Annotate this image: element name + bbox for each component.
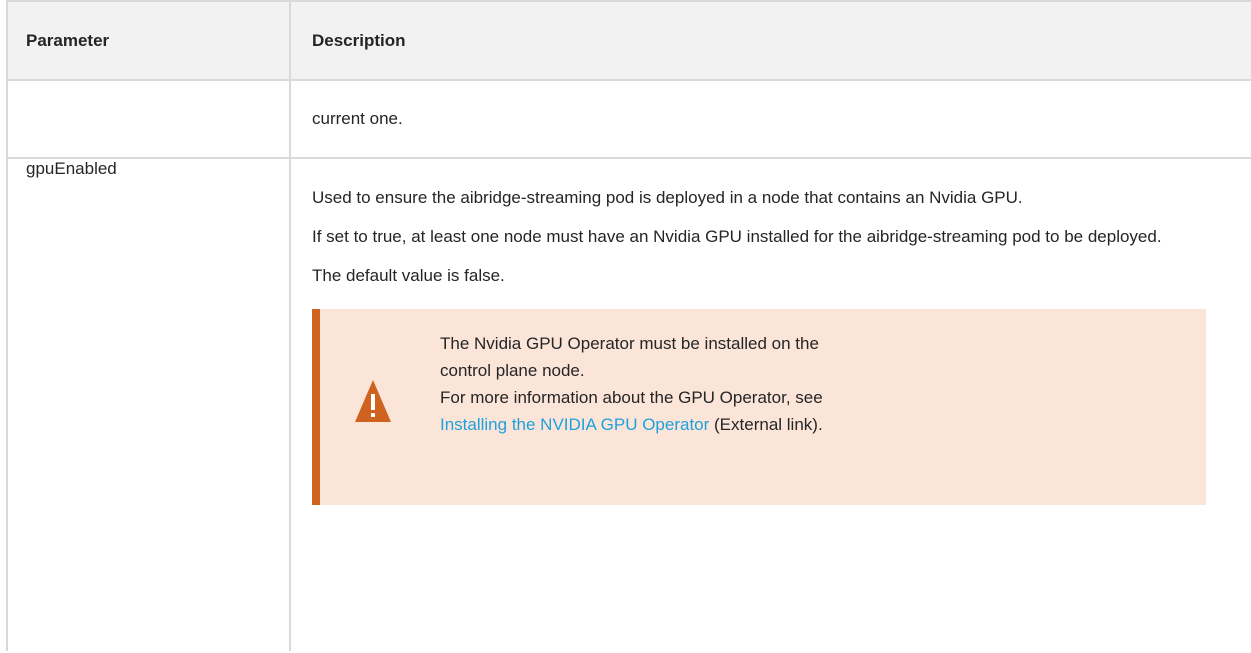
parameter-table: Parameter Description current one. gpuEn… <box>6 0 1251 651</box>
warning-callout: The Nvidia GPU Operator must be installe… <box>312 309 1206 505</box>
header-description: Description <box>289 0 1251 81</box>
description-cell: Used to ensure the aibridge-streaming po… <box>289 157 1251 651</box>
warning-line: For more information about the GPU Opera… <box>440 388 823 407</box>
link-suffix: (External link). <box>709 415 823 434</box>
description-paragraph: Used to ensure the aibridge-streaming po… <box>312 188 1023 207</box>
external-link[interactable]: Installing the NVIDIA GPU Operator <box>440 415 709 434</box>
table-row: gpuEnabled Used to ensure the aibridge-s… <box>6 157 1251 651</box>
warning-link-line: Installing the NVIDIA GPU Operator (Exte… <box>440 411 870 438</box>
parameter-cell <box>6 79 291 159</box>
table-row: current one. <box>6 79 1251 159</box>
warning-icon <box>355 380 391 422</box>
parameter-cell: gpuEnabled <box>6 157 291 651</box>
table-header-row: Parameter Description <box>6 0 1251 81</box>
description-cell: current one. <box>289 79 1251 159</box>
description-paragraph: The default value is false. <box>312 266 505 285</box>
warning-line: The Nvidia GPU Operator must be installe… <box>440 334 819 380</box>
description-paragraph: If set to true, at least one node must h… <box>312 227 1162 246</box>
header-parameter: Parameter <box>6 0 291 81</box>
warning-text: The Nvidia GPU Operator must be installe… <box>440 330 870 438</box>
